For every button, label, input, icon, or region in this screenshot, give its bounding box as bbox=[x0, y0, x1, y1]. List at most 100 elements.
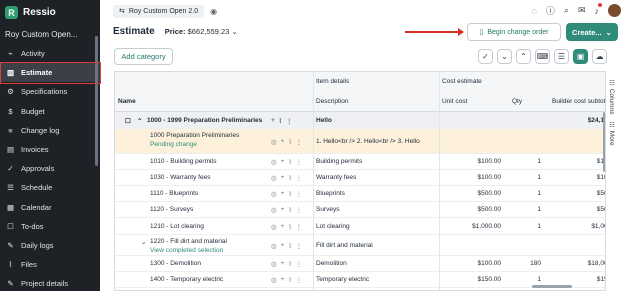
header-qty[interactable]: Qty bbox=[512, 98, 522, 105]
more-tab[interactable]: ☷ More bbox=[607, 121, 615, 146]
add-icon[interactable]: + bbox=[281, 242, 285, 250]
attachment-icon[interactable]: ⌇ bbox=[288, 174, 291, 182]
sidebar-item-change-log[interactable]: ≡ Change log bbox=[0, 121, 100, 140]
attachment-icon[interactable]: ⌇ bbox=[288, 138, 291, 146]
notifications-icon[interactable]: ♪ bbox=[595, 2, 602, 16]
project-selector[interactable]: Roy Custom Open... bbox=[5, 30, 95, 39]
row-description[interactable]: Hello bbox=[316, 117, 332, 124]
check-circle-icon[interactable]: ◎ bbox=[271, 174, 277, 182]
row-description[interactable]: Demolition bbox=[316, 260, 347, 267]
table-row[interactable]: 1030 - Warranty fees ◎ + ⌇ ⋮ Warranty fees $10… bbox=[115, 170, 612, 186]
chevron-down-icon[interactable]: ⌄ bbox=[141, 238, 146, 246]
row-qty[interactable]: 1 bbox=[510, 223, 541, 230]
attachment-icon[interactable]: ⌇ bbox=[288, 223, 291, 231]
row-qty[interactable]: 180 bbox=[510, 260, 541, 267]
table-row[interactable]: ⌄ 1220 - Fill dirt and material View compl… bbox=[115, 235, 612, 256]
sidebar-item-invoices[interactable]: ▤ Invoices bbox=[0, 140, 100, 159]
messages-icon[interactable]: ✉ bbox=[578, 5, 586, 16]
header-name[interactable]: Name bbox=[118, 98, 136, 105]
row-unit-cost[interactable]: $500.00 bbox=[445, 190, 502, 197]
table-row[interactable]: 1000 Preparation Preliminaries Pending ch… bbox=[115, 129, 612, 154]
check-circle-icon[interactable]: ◎ bbox=[271, 276, 277, 284]
attachment-icon[interactable]: ⌇ bbox=[288, 206, 291, 214]
add-icon[interactable]: + bbox=[281, 138, 285, 146]
row-unit-cost[interactable]: $100.00 bbox=[445, 260, 502, 267]
header-unit-cost[interactable]: Unit cost bbox=[442, 98, 467, 105]
chevron-up-icon[interactable]: ⌃ bbox=[516, 49, 531, 64]
header-description[interactable]: Description bbox=[316, 98, 349, 105]
row-description[interactable]: Lot clearing bbox=[316, 223, 350, 230]
attachment-icon[interactable]: ⌇ bbox=[288, 260, 291, 268]
sidebar-item-specifications[interactable]: ⚙ Specifications bbox=[0, 82, 100, 101]
check-circle-icon[interactable]: ◎ bbox=[271, 190, 277, 198]
row-qty[interactable]: 1 bbox=[510, 158, 541, 165]
add-icon[interactable]: + bbox=[281, 174, 285, 182]
project-pill[interactable]: ⇆ Roy Custom Open 2.0 bbox=[113, 4, 205, 18]
help-icon[interactable]: ⓘ bbox=[546, 4, 555, 17]
sidebar-item-schedule[interactable]: ☰ Schedule bbox=[0, 178, 100, 197]
row-status-link[interactable]: View completed selection bbox=[150, 247, 223, 254]
more-vertical-icon[interactable]: ⋮ bbox=[296, 260, 303, 268]
attachment-icon[interactable]: ⌇ bbox=[288, 190, 291, 198]
add-icon[interactable]: + bbox=[281, 158, 285, 166]
sidebar-item-activity[interactable]: ⌁ Activity bbox=[0, 44, 100, 63]
table-row[interactable]: ☐ ⌃ 1000 - 1999 Preparation Preliminaries +… bbox=[115, 112, 612, 129]
more-vertical-icon[interactable]: ⋮ bbox=[296, 158, 303, 166]
row-description[interactable]: Warranty fees bbox=[316, 174, 356, 181]
row-unit-cost[interactable]: $1,000.00 bbox=[445, 223, 501, 230]
sidebar-item-calendar[interactable]: ▦ Calendar bbox=[0, 198, 100, 217]
check-circle-icon[interactable]: ✓ bbox=[478, 49, 493, 64]
table-row[interactable]: 1010 - Building permits ◎ + ⌇ ⋮ Building perm… bbox=[115, 154, 612, 170]
row-qty[interactable]: 1 bbox=[510, 190, 541, 197]
row-status-link[interactable]: Pending change bbox=[150, 141, 197, 148]
row-description[interactable]: Blueprints bbox=[316, 190, 345, 197]
filter-icon[interactable]: ☰ bbox=[554, 49, 569, 64]
row-unit-cost[interactable]: $500.00 bbox=[445, 206, 502, 213]
sidebar-item-budget[interactable]: $ Budget bbox=[0, 102, 100, 121]
more-vertical-icon[interactable]: ⋮ bbox=[296, 206, 303, 214]
chevron-up-icon[interactable]: ⌃ bbox=[137, 117, 142, 125]
row-description[interactable]: Fill dirt and material bbox=[316, 242, 373, 249]
check-circle-icon[interactable]: ◎ bbox=[271, 223, 277, 231]
check-circle-icon[interactable]: ◎ bbox=[271, 158, 277, 166]
add-icon[interactable]: + bbox=[281, 223, 285, 231]
grid-horizontal-scrollbar[interactable] bbox=[532, 285, 572, 288]
row-qty[interactable]: 1 bbox=[510, 276, 541, 283]
table-row[interactable]: 1120 - Surveys ◎ +⌇ ⋮ Surveys $500.00 1 $500. bbox=[115, 202, 612, 218]
row-unit-cost[interactable]: $150.00 bbox=[445, 276, 502, 283]
attachment-icon[interactable]: ⌇ bbox=[288, 242, 291, 250]
lock-icon[interactable]: ▣ bbox=[573, 49, 588, 64]
row-description[interactable]: Temporary electric bbox=[316, 276, 369, 283]
header-builder-cost-subtotal[interactable]: Builder cost subtotal bbox=[552, 98, 611, 105]
add-icon[interactable]: + bbox=[271, 117, 275, 125]
price-selector[interactable]: Price: $662,559.23 ⌄ bbox=[165, 27, 238, 36]
row-description[interactable]: 1. Hello<br /> 2. Hello<br /> 3. Hello bbox=[316, 138, 420, 145]
attachment-icon[interactable]: ⌇ bbox=[288, 276, 291, 284]
chat-icon[interactable]: ◌ bbox=[532, 6, 537, 16]
check-circle-icon[interactable]: ◎ bbox=[271, 260, 277, 268]
row-checkbox[interactable]: ☐ bbox=[125, 117, 131, 125]
row-unit-cost[interactable]: $100.00 bbox=[445, 174, 502, 181]
avatar[interactable] bbox=[608, 4, 621, 17]
add-icon[interactable]: + bbox=[281, 276, 285, 284]
begin-change-order-button[interactable]: ▯ Begin change order bbox=[467, 23, 561, 41]
sidebar-item-to-dos[interactable]: ☐ To-dos bbox=[0, 217, 100, 236]
check-circle-icon[interactable]: ◎ bbox=[271, 242, 277, 250]
row-description[interactable]: Surveys bbox=[316, 206, 339, 213]
upload-icon[interactable]: ☁ bbox=[592, 49, 607, 64]
attachment-icon[interactable]: ⌇ bbox=[279, 117, 282, 125]
table-row[interactable]: 1300 - Demolition ◎ + ⌇ ⋮ Demolition $100.00 18… bbox=[115, 256, 612, 272]
brand[interactable]: R Ressio bbox=[5, 6, 56, 19]
check-circle-icon[interactable]: ◎ bbox=[271, 206, 277, 214]
row-unit-cost[interactable]: $100.00 bbox=[445, 158, 502, 165]
more-vertical-icon[interactable]: ⋮ bbox=[296, 276, 303, 284]
add-category-button[interactable]: Add category bbox=[114, 48, 173, 65]
grid-vertical-scrollbar[interactable] bbox=[603, 112, 605, 172]
add-icon[interactable]: + bbox=[281, 190, 285, 198]
columns-tab[interactable]: ☷ Columns bbox=[607, 79, 615, 114]
table-row[interactable]: 1110 - Blueprints ◎ +⌇ ⋮ Blueprints $500.00 1 $… bbox=[115, 186, 612, 202]
check-circle-icon[interactable]: ◎ bbox=[271, 138, 277, 146]
more-vertical-icon[interactable]: ⋮ bbox=[286, 117, 293, 125]
create-button[interactable]: Create... ⌄ bbox=[566, 23, 618, 41]
sidebar-item-files[interactable]: ⌇ Files bbox=[0, 255, 100, 274]
